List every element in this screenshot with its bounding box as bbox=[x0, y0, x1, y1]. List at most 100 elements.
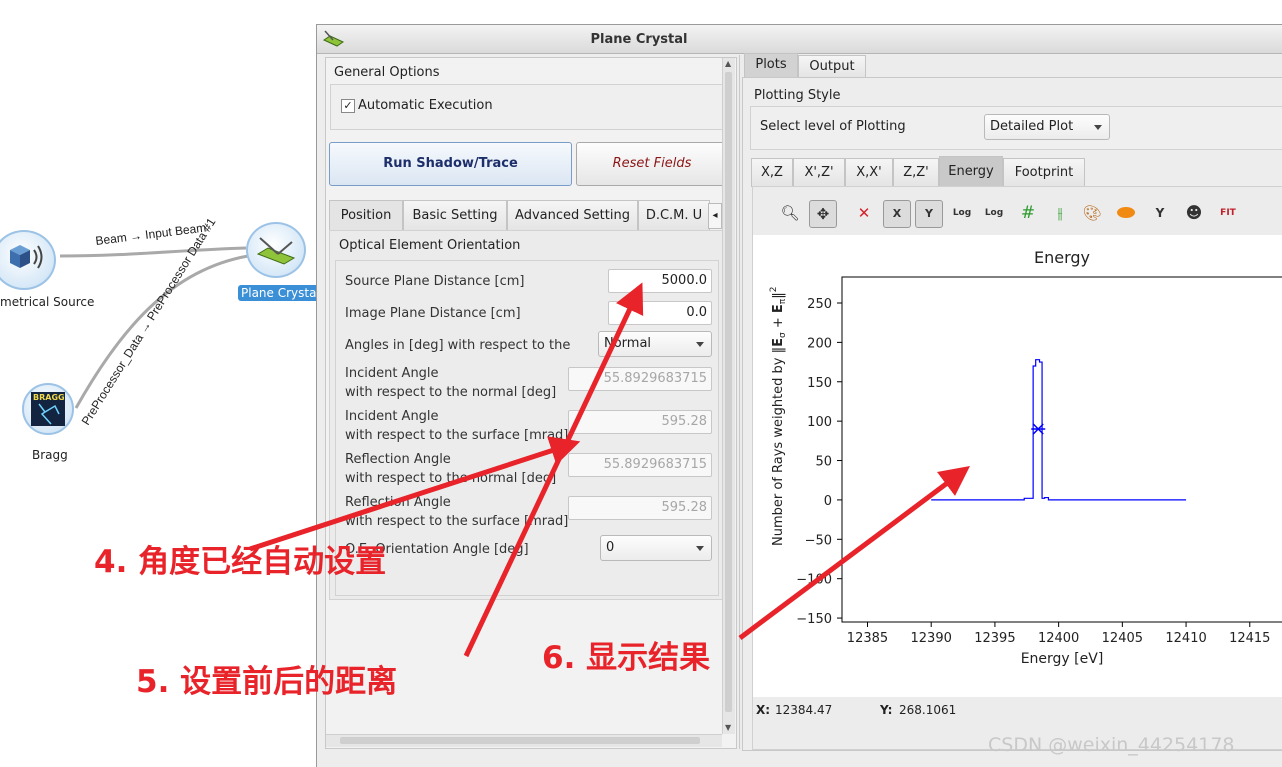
incident-normal-label-1: Incident Angle bbox=[345, 366, 439, 381]
plot-tab-xxp[interactable]: X,X' bbox=[845, 158, 893, 187]
y-tick-label: 50 bbox=[815, 455, 832, 470]
y-tick-label: 100 bbox=[807, 415, 832, 430]
reflection-surface-label-2: with respect to the surface [mrad] bbox=[345, 514, 569, 529]
y-tick-label: −150 bbox=[796, 612, 832, 627]
bragg-logo-icon: BRAGG bbox=[31, 392, 65, 426]
tab-dcm[interactable]: D.C.M. U bbox=[638, 200, 710, 231]
chart-axes-frame bbox=[841, 276, 1282, 623]
y-tick-label: 200 bbox=[807, 336, 832, 351]
tab-basic-setting[interactable]: Basic Setting bbox=[403, 200, 507, 231]
workflow-canvas[interactable]: Beam → Input Beam PreProcessor_Data → Pr… bbox=[0, 0, 323, 766]
chart-ylabel: Number of Rays weighted by ‖Eσ + Eπ‖2 bbox=[769, 287, 788, 546]
x-tick-label: 12410 bbox=[1165, 631, 1206, 646]
log-y-icon[interactable]: Log bbox=[981, 200, 1007, 226]
coord-y-value: 268.1061 bbox=[899, 703, 957, 717]
orientation-angle-select[interactable]: 0 bbox=[600, 535, 712, 561]
annotation-result: 6. 显示结果 bbox=[542, 640, 711, 676]
plane-crystal-node[interactable] bbox=[246, 222, 306, 278]
chart-xlabel: Energy [eV] bbox=[1021, 651, 1104, 667]
orientation-section-title: Optical Element Orientation bbox=[339, 238, 521, 253]
y-tick-label: 150 bbox=[807, 376, 832, 391]
incident-surface-label-2: with respect to the surface [mrad] bbox=[345, 428, 569, 443]
plotting-style-group: Select level of Plotting Detailed Plot bbox=[750, 106, 1282, 150]
general-options-group: ✓ Automatic Execution bbox=[330, 84, 724, 130]
x-tick-label: 12405 bbox=[1102, 631, 1143, 646]
source-icon bbox=[10, 245, 43, 269]
y-ticks: 250 200 150 100 50 0 −50 −100 −150 bbox=[796, 297, 842, 627]
plots-panel: Plots Output Plotting Style Select level… bbox=[739, 53, 1282, 751]
bragg-node-label: Bragg bbox=[32, 448, 68, 462]
clear-icon[interactable]: ✕ bbox=[851, 200, 877, 226]
x-tick-label: 12415 bbox=[1229, 631, 1270, 646]
coord-x-label: X: bbox=[756, 703, 771, 717]
plot-toolbar: 🔍︎ ✥ ✕ X Y Log Log # ⫲ 🎨︎ Y ☻ FIT bbox=[763, 197, 1282, 229]
incident-surface-label-1: Incident Angle bbox=[345, 409, 439, 424]
auto-exec-checkbox[interactable]: ✓ bbox=[341, 99, 355, 113]
plane-crystal-node-label[interactable]: Plane Crystal bbox=[238, 285, 323, 301]
left-scrollbar-thumb[interactable] bbox=[725, 72, 732, 712]
tab-scroll-left-icon[interactable]: ◂ bbox=[708, 203, 722, 229]
colormap-icon[interactable]: 🎨︎ bbox=[1079, 200, 1105, 226]
coord-y-label: Y: bbox=[880, 703, 893, 717]
run-shadow-button[interactable]: Run Shadow/Trace bbox=[329, 142, 572, 186]
angles-reference-select[interactable]: Normal bbox=[598, 331, 712, 357]
svg-text:Number of Rays weighted by ‖Eσ: Number of Rays weighted by ‖Eσ + Eπ‖2 bbox=[769, 287, 788, 546]
x-tick-label: 12385 bbox=[847, 631, 888, 646]
incident-surface-input: 595.28 bbox=[568, 410, 712, 434]
reflection-normal-input: 55.8929683715 bbox=[568, 453, 712, 477]
image-distance-label: Image Plane Distance [cm] bbox=[345, 306, 521, 321]
angles-reference-label: Angles in [deg] with respect to the bbox=[345, 338, 571, 353]
energy-series bbox=[931, 359, 1187, 501]
annotation-angles: 4. 角度已经自动设置 bbox=[94, 544, 387, 580]
reset-fields-button[interactable]: Reset Fields bbox=[576, 142, 728, 186]
left-horizontal-scrollbar[interactable] bbox=[326, 734, 722, 747]
y-range-icon[interactable]: Y bbox=[915, 200, 943, 228]
plot-tab-xpzp[interactable]: X',Z' bbox=[793, 158, 845, 187]
x-tick-label: 12395 bbox=[974, 631, 1015, 646]
log-x-icon[interactable]: Log bbox=[949, 200, 975, 226]
annotation-distance: 5. 设置前后的距离 bbox=[136, 664, 398, 700]
plot-level-select[interactable]: Detailed Plot bbox=[984, 114, 1110, 140]
plot-tab-footprint[interactable]: Footprint bbox=[1003, 158, 1085, 187]
pan-icon[interactable]: ✥ bbox=[809, 200, 837, 228]
window-titlebar[interactable]: Plane Crystal bbox=[317, 25, 1282, 54]
tab-advanced-setting[interactable]: Advanced Setting bbox=[507, 200, 638, 231]
orientation-group: Source Plane Distance [cm] 5000.0 Image … bbox=[335, 260, 719, 596]
x-tick-label: 12390 bbox=[911, 631, 952, 646]
x-ticks: 12385 12390 12395 12400 12405 12410 12415 bbox=[847, 622, 1270, 646]
energy-chart[interactable]: Energy Number of Rays weighted by ‖Eσ + … bbox=[753, 235, 1282, 697]
fit-icon[interactable]: FIT bbox=[1215, 200, 1241, 226]
plot-tab-zzp[interactable]: Z,Z' bbox=[893, 158, 939, 187]
left-vertical-scrollbar[interactable]: ▲ ▼ bbox=[722, 58, 735, 734]
source-node[interactable] bbox=[0, 230, 56, 290]
x-tick-label: 12400 bbox=[1038, 631, 1079, 646]
left-hscroll-thumb[interactable] bbox=[340, 737, 700, 744]
image-distance-input[interactable]: 0.0 bbox=[608, 301, 712, 325]
grid-icon[interactable]: # bbox=[1015, 200, 1041, 226]
x-range-icon[interactable]: X bbox=[883, 200, 911, 228]
plot-area-frame: 🔍︎ ✥ ✕ X Y Log Log # ⫲ 🎨︎ Y ☻ FIT Energy… bbox=[752, 186, 1282, 750]
shape-icon[interactable] bbox=[1113, 200, 1139, 226]
energy-line bbox=[931, 359, 1187, 501]
source-distance-input[interactable]: 5000.0 bbox=[608, 269, 712, 293]
scroll-up-icon[interactable]: ▲ bbox=[725, 59, 731, 68]
plot-tab-energy[interactable]: Energy bbox=[939, 156, 1003, 187]
y-axis-icon[interactable]: Y bbox=[1147, 200, 1173, 226]
tab-plots[interactable]: Plots bbox=[744, 53, 798, 78]
link-beam[interactable] bbox=[59, 246, 247, 258]
incident-normal-label-2: with respect to the normal [deg] bbox=[345, 385, 557, 400]
tab-position[interactable]: Position bbox=[329, 200, 403, 231]
plot-tab-xz[interactable]: X,Z bbox=[751, 158, 793, 187]
mask-icon[interactable]: ☻ bbox=[1181, 200, 1207, 226]
bragg-node[interactable]: BRAGG bbox=[22, 383, 74, 435]
plotting-style-title: Plotting Style bbox=[754, 88, 841, 103]
adjust-icon[interactable]: ⫲ bbox=[1047, 200, 1073, 226]
chart-title: Energy bbox=[1034, 248, 1090, 267]
tab-output[interactable]: Output bbox=[798, 55, 866, 78]
position-tab-content: Optical Element Orientation Source Plane… bbox=[329, 230, 725, 600]
y-tick-label: −100 bbox=[796, 573, 832, 588]
y-tick-label: −50 bbox=[805, 533, 832, 548]
zoom-icon[interactable]: 🔍︎ bbox=[777, 200, 803, 226]
plots-tab-content: Plotting Style Select level of Plotting … bbox=[742, 77, 1282, 751]
scroll-down-icon[interactable]: ▼ bbox=[725, 723, 731, 732]
